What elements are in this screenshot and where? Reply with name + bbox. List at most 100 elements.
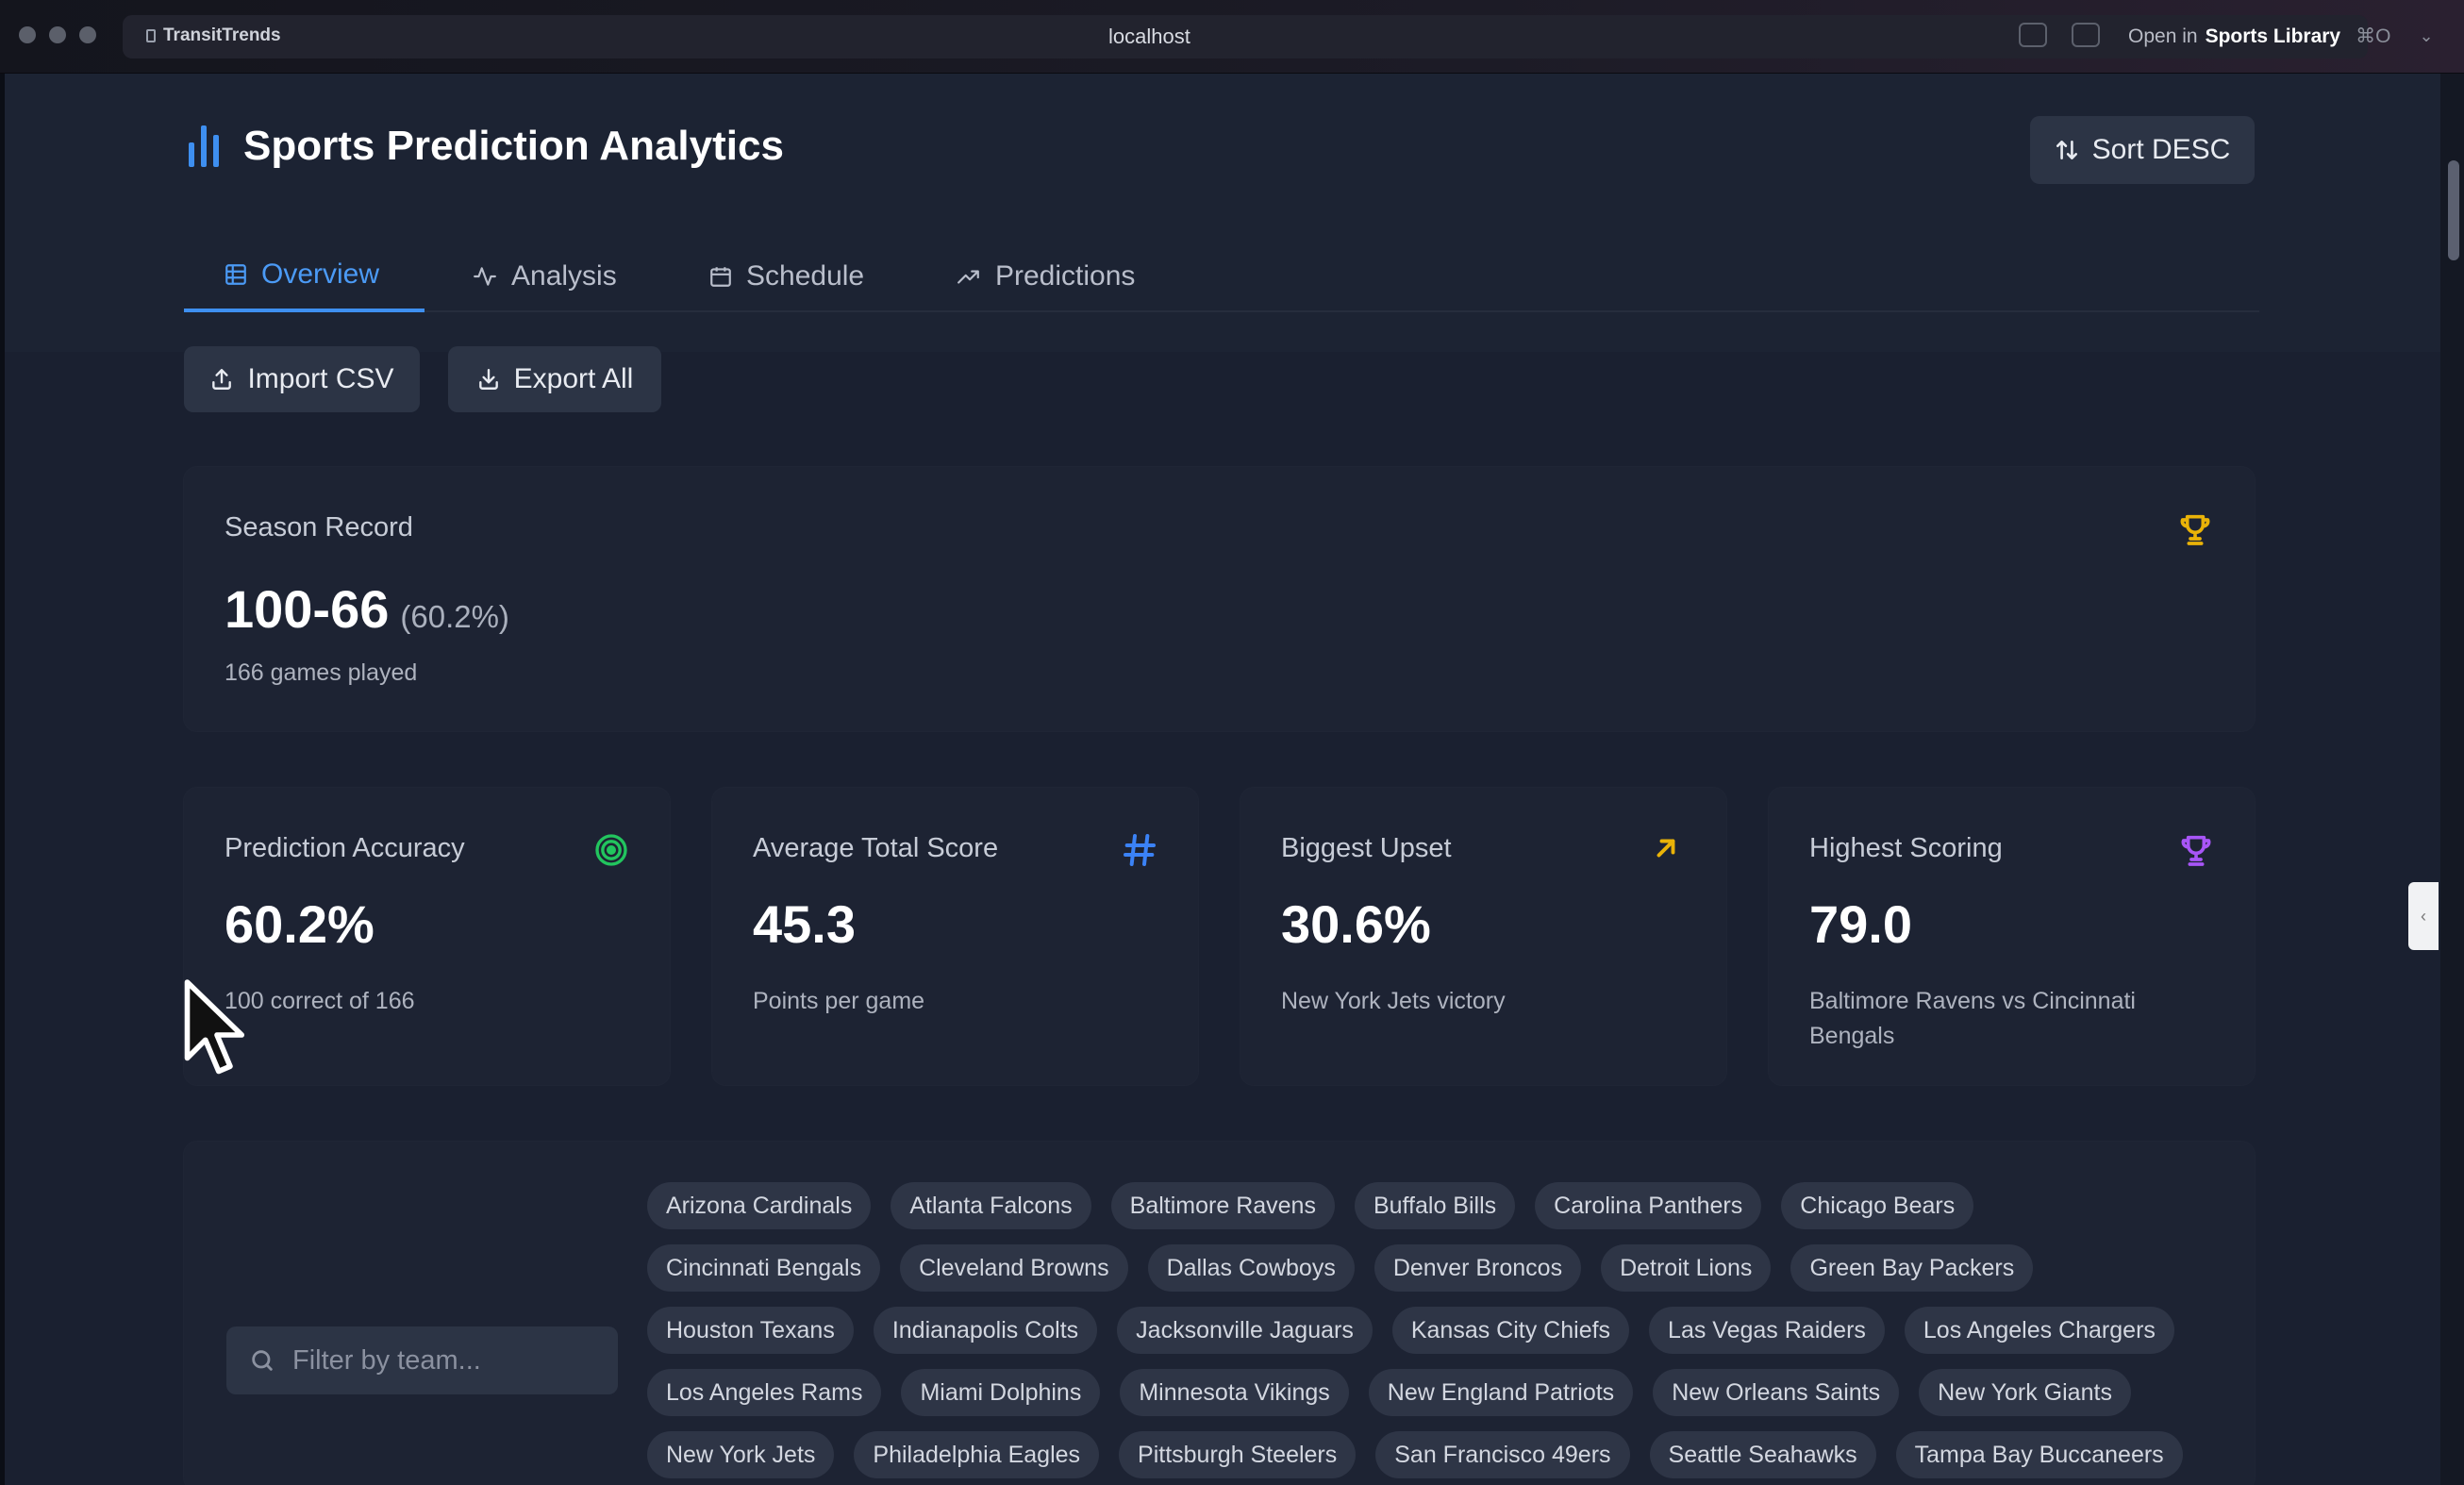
link-icon[interactable] xyxy=(2072,23,2100,47)
team-chip[interactable]: Baltimore Ravens xyxy=(1110,1182,1335,1229)
table-icon xyxy=(225,264,246,285)
minimize-window-button[interactable] xyxy=(49,26,66,43)
trophy-icon xyxy=(2180,514,2210,545)
team-chip-row: Arizona Cardinals Atlanta Falcons Baltimor… xyxy=(647,1182,2232,1229)
team-chip[interactable]: New Orleans Saints xyxy=(1653,1369,1900,1416)
stat-card-average-score: Average Total Score 45.3 Points per game xyxy=(712,788,1198,1085)
tab-label: Analysis xyxy=(511,260,617,292)
side-panel-toggle[interactable]: ‹ xyxy=(2408,882,2439,950)
tab-overview[interactable]: Overview xyxy=(184,241,425,312)
site-icon xyxy=(146,29,156,42)
window-controls[interactable] xyxy=(19,26,96,43)
hash-icon xyxy=(1124,834,1156,866)
team-chip[interactable]: New York Giants xyxy=(1919,1369,2131,1416)
export-all-button[interactable]: Export All xyxy=(448,346,661,412)
search-icon xyxy=(252,1350,273,1371)
browser-chrome: TransitTrends localhost Open in Sports L… xyxy=(0,0,2464,74)
team-chip[interactable]: Atlanta Falcons xyxy=(891,1182,1091,1229)
team-chip[interactable]: Kansas City Chiefs xyxy=(1391,1307,1630,1354)
team-chip[interactable]: Minnesota Vikings xyxy=(1120,1369,1349,1416)
bar-chart-icon xyxy=(189,125,219,167)
team-chip[interactable]: Cincinnati Bengals xyxy=(647,1244,881,1292)
team-chip[interactable]: Chicago Bears xyxy=(1781,1182,1974,1229)
team-chip[interactable]: Green Bay Packers xyxy=(1790,1244,2034,1292)
stat-label: Biggest Upset xyxy=(1281,833,1452,863)
team-chip[interactable]: Jacksonville Jaguars xyxy=(1117,1307,1373,1354)
open-in-prefix: Open in xyxy=(2128,25,2198,47)
stat-value: 60.2% xyxy=(225,894,375,954)
sort-button[interactable]: Sort DESC xyxy=(2030,116,2255,184)
team-chip[interactable]: Las Vegas Raiders xyxy=(1649,1307,1885,1354)
activity-icon xyxy=(474,267,496,286)
scrollbar-thumb[interactable] xyxy=(2448,160,2459,260)
open-in-app-button[interactable]: Open in Sports Library ⌘O ⌄ xyxy=(2128,25,2434,48)
site-tab[interactable]: TransitTrends xyxy=(146,25,281,46)
cast-icon[interactable] xyxy=(2019,23,2047,47)
team-chip-row: Houston Texans Indianapolis Colts Jacksonv… xyxy=(647,1307,2232,1354)
export-label: Export All xyxy=(513,363,634,394)
tab-label: Predictions xyxy=(995,260,1136,292)
team-chip[interactable]: Cleveland Browns xyxy=(900,1244,1128,1292)
import-label: Import CSV xyxy=(247,363,394,394)
team-chip[interactable]: Dallas Cowboys xyxy=(1147,1244,1355,1292)
team-chip[interactable]: Buffalo Bills xyxy=(1354,1182,1516,1229)
stat-value: 45.3 xyxy=(753,894,856,954)
team-chip[interactable]: Carolina Panthers xyxy=(1535,1182,1762,1229)
team-chip[interactable]: Tampa Bay Buccaneers xyxy=(1895,1431,2183,1478)
stat-sub: Baltimore Ravens vs Cincinnati Bengals xyxy=(1809,988,2136,1049)
stat-value: 79.0 xyxy=(1809,894,1912,954)
team-chip[interactable]: Detroit Lions xyxy=(1601,1244,1772,1292)
page-title: Sports Prediction Analytics xyxy=(243,123,784,169)
mouse-cursor-icon xyxy=(184,979,245,1075)
team-filter-input[interactable]: Filter by team... xyxy=(226,1326,618,1394)
record-percent: (60.2%) xyxy=(400,599,509,634)
sort-arrows-icon xyxy=(2056,141,2077,159)
trophy-icon xyxy=(2181,835,2211,866)
stat-label: Highest Scoring xyxy=(1809,833,2003,863)
scrollbar[interactable] xyxy=(2440,74,2464,1485)
team-chip[interactable]: Philadelphia Eagles xyxy=(854,1431,1100,1478)
stat-sub: Points per game xyxy=(753,988,925,1014)
season-record-label: Season Record xyxy=(225,512,413,542)
page-header: Sports Prediction Analytics xyxy=(189,123,784,170)
upload-icon xyxy=(212,369,232,390)
arrow-up-right-icon xyxy=(1657,839,1675,858)
site-name: TransitTrends xyxy=(163,25,281,45)
maximize-window-button[interactable] xyxy=(79,26,96,43)
stat-sub: New York Jets victory xyxy=(1281,988,1506,1014)
record-value: 100-66 xyxy=(225,579,390,639)
calendar-icon xyxy=(710,267,731,287)
chevron-down-icon[interactable]: ⌄ xyxy=(2419,26,2433,46)
team-chip[interactable]: Indianapolis Colts xyxy=(873,1307,1098,1354)
tab-schedule[interactable]: Schedule xyxy=(708,241,864,312)
team-chip-row: Los Angeles Rams Miami Dolphins Minnesota … xyxy=(647,1369,2232,1416)
tab-bar: Overview Analysis Schedule Predictions xyxy=(184,241,2259,312)
team-chip-row: New York Jets Philadelphia Eagles Pittsbur… xyxy=(647,1431,2232,1478)
team-chip[interactable]: Denver Broncos xyxy=(1374,1244,1582,1292)
shortcut-hint: ⌘O xyxy=(2356,25,2391,47)
team-chip[interactable]: San Francisco 49ers xyxy=(1375,1431,1630,1478)
team-chip[interactable]: Arizona Cardinals xyxy=(647,1182,872,1229)
team-chip[interactable]: Los Angeles Chargers xyxy=(1904,1307,2174,1354)
import-csv-button[interactable]: Import CSV xyxy=(184,346,420,412)
close-window-button[interactable] xyxy=(19,26,36,43)
tab-predictions[interactable]: Predictions xyxy=(956,241,1135,312)
team-chip[interactable]: Los Angeles Rams xyxy=(647,1369,882,1416)
stat-value: 30.6% xyxy=(1281,894,1431,954)
team-chip[interactable]: New England Patriots xyxy=(1368,1369,1634,1416)
team-chip[interactable]: Miami Dolphins xyxy=(901,1369,1101,1416)
team-chip[interactable]: Pittsburgh Steelers xyxy=(1119,1431,1357,1478)
team-chip-row: Cincinnati Bengals Cleveland Browns Dallas… xyxy=(647,1244,2232,1292)
team-chip[interactable]: Seattle Seahawks xyxy=(1649,1431,1876,1478)
team-chip[interactable]: Houston Texans xyxy=(647,1307,854,1354)
sort-button-label: Sort DESC xyxy=(2091,134,2231,165)
open-in-app-name: Sports Library xyxy=(2205,25,2341,47)
team-chip[interactable]: New York Jets xyxy=(647,1431,835,1478)
tab-analysis[interactable]: Analysis xyxy=(472,241,617,312)
trend-up-icon xyxy=(957,270,979,284)
stat-card-highest-scoring: Highest Scoring 79.0 Baltimore Ravens vs… xyxy=(1769,788,2255,1085)
games-played: 166 games played xyxy=(225,659,418,686)
url-text[interactable]: localhost xyxy=(1108,25,1190,49)
team-chip-list: Arizona Cardinals Atlanta Falcons Baltimor… xyxy=(647,1182,2232,1485)
target-icon xyxy=(595,834,627,866)
